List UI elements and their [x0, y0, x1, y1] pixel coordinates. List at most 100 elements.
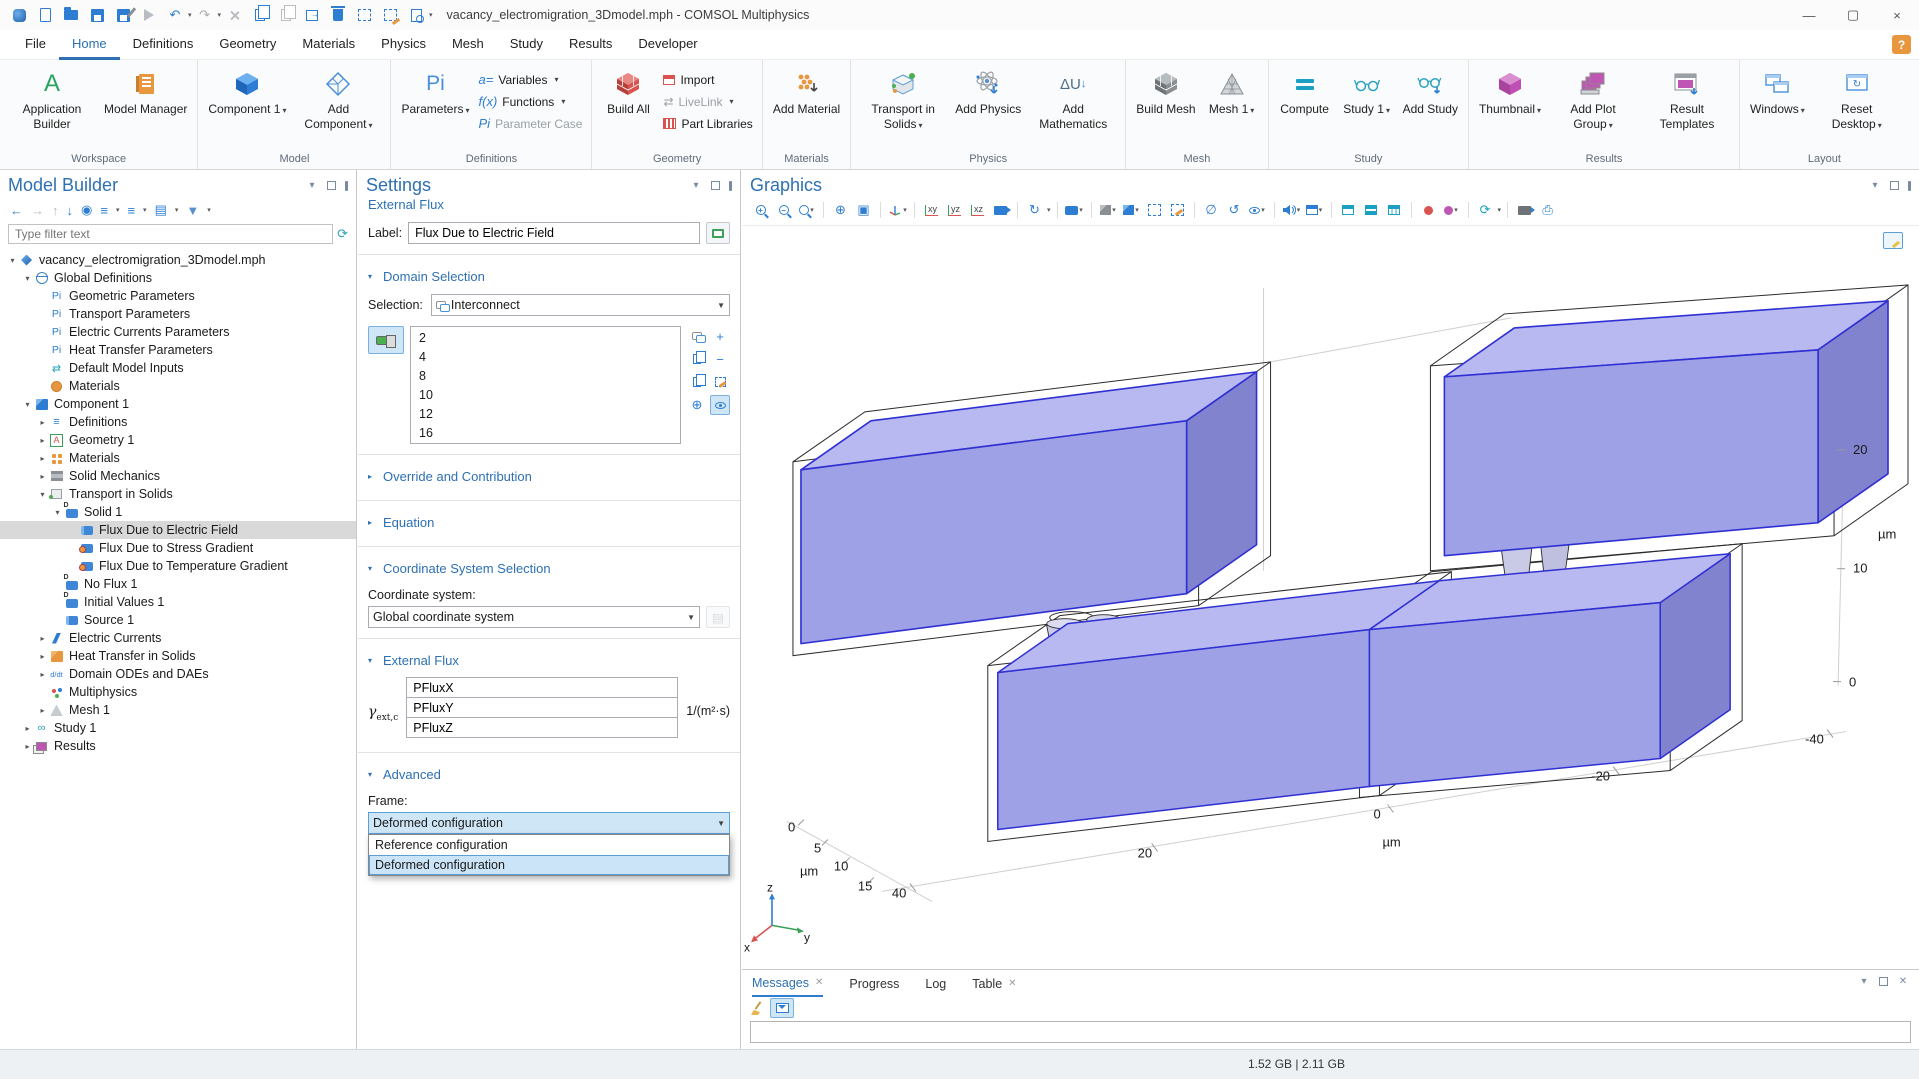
upper-block-left[interactable]: [801, 372, 1257, 644]
section-domain-selection[interactable]: ▾Domain Selection: [368, 263, 730, 290]
chevron-down-icon[interactable]: ▾: [1869, 180, 1881, 191]
zoom-box-button[interactable]: ▾: [796, 199, 817, 221]
hide-objects-button[interactable]: ∅: [1201, 199, 1222, 221]
messages-text-area[interactable]: [750, 1021, 1911, 1043]
chevron-expanded-icon[interactable]: ▾: [51, 508, 64, 517]
copy-selection-button[interactable]: [687, 349, 707, 369]
menu-study[interactable]: Study: [497, 30, 556, 60]
tree-item-no-flux-1[interactable]: No Flux 1: [0, 575, 356, 593]
domain-list-item[interactable]: 4: [411, 348, 680, 367]
chevron-down-icon[interactable]: ▾: [1858, 976, 1870, 987]
pin-icon[interactable]: [345, 181, 348, 191]
tree-item-flux-due-to-electric-field[interactable]: Flux Due to Electric Field: [0, 521, 356, 539]
part-libraries-button[interactable]: Part Libraries: [663, 115, 752, 132]
chevron-collapsed-icon[interactable]: ▸: [36, 472, 49, 481]
graphics-canvas[interactable]: 40 20 0 -20 -40 µm 0 5 10 15 µm 20 10 0 …: [742, 226, 1919, 969]
pin-icon[interactable]: [1908, 181, 1911, 191]
tree-item-materials-global[interactable]: Materials: [0, 377, 356, 395]
zoom-extents-button[interactable]: ▣: [853, 199, 874, 221]
zoom-out-button[interactable]: −: [773, 199, 794, 221]
reset-hiding-button[interactable]: ↺: [1224, 199, 1245, 221]
table-window-button[interactable]: [1384, 199, 1405, 221]
copy-icon[interactable]: [250, 6, 270, 24]
tree-item-geometry-1[interactable]: ▸AGeometry 1: [0, 431, 356, 449]
chevron-collapsed-icon[interactable]: ▸: [36, 418, 49, 427]
menu-results[interactable]: Results: [556, 30, 625, 60]
image-export-options-button[interactable]: ▾: [1441, 199, 1462, 221]
float-window-icon[interactable]: [1879, 977, 1888, 986]
paste-selection-button[interactable]: [687, 372, 707, 392]
float-window-icon[interactable]: [711, 181, 720, 190]
node-text-icon[interactable]: ▤: [155, 202, 167, 218]
chevron-down-icon[interactable]: ▾: [306, 180, 318, 191]
label-input[interactable]: [408, 222, 700, 244]
compute-button[interactable]: Compute: [1274, 63, 1336, 119]
result-templates-button[interactable]: Result Templates: [1640, 63, 1734, 134]
chevron-collapsed-icon[interactable]: ▸: [36, 706, 49, 715]
clear-messages-icon[interactable]: [750, 1001, 764, 1015]
select-box-button[interactable]: [1144, 199, 1165, 221]
menu-definitions[interactable]: Definitions: [120, 30, 207, 60]
domain-list-item[interactable]: 10: [411, 386, 680, 405]
tree-item-domain-odes[interactable]: ▸d/dtDomain ODEs and DAEs: [0, 665, 356, 683]
parameters-button[interactable]: Pi Parameters▾: [396, 63, 474, 119]
save-as-icon[interactable]: [113, 6, 133, 24]
tree-item-heat-transfer-in-solids[interactable]: ▸Heat Transfer in Solids: [0, 647, 356, 665]
flux-y-input[interactable]: [406, 697, 678, 718]
refresh-icon[interactable]: ⟳: [337, 226, 348, 242]
domain-list-item[interactable]: 8: [411, 367, 680, 386]
chevron-collapsed-icon[interactable]: ▸: [21, 742, 34, 751]
tree-item-initial-values-1[interactable]: Initial Values 1: [0, 593, 356, 611]
add-image-to-export-button[interactable]: [1418, 199, 1439, 221]
menu-home[interactable]: Home: [59, 30, 120, 60]
create-selection-button[interactable]: [687, 326, 707, 346]
tree-item-study-1[interactable]: ▸∞Study 1: [0, 719, 356, 737]
section-equation[interactable]: ▸Equation: [368, 509, 730, 536]
update-plot-button[interactable]: ⟳: [1475, 199, 1496, 221]
back-icon[interactable]: ←: [10, 203, 23, 218]
chevron-collapsed-icon[interactable]: ▸: [36, 436, 49, 445]
float-window-icon[interactable]: [1890, 181, 1899, 190]
view-xy-button[interactable]: xy: [921, 199, 942, 221]
add-physics-button[interactable]: Add Physics: [950, 63, 1026, 119]
delete-icon[interactable]: [328, 6, 348, 24]
maximize-button[interactable]: ▢: [1831, 0, 1875, 30]
chevron-down-icon[interactable]: ▾: [143, 206, 147, 214]
variables-button[interactable]: a=Variables▾: [479, 71, 583, 88]
view-visibility-button[interactable]: ▾: [1247, 199, 1268, 221]
chevron-expanded-icon[interactable]: ▾: [21, 274, 34, 283]
chevron-collapsed-icon[interactable]: ▸: [36, 652, 49, 661]
sound-button[interactable]: ▾: [1281, 199, 1302, 221]
frame-option-reference[interactable]: Reference configuration: [369, 835, 729, 855]
show-selection-button[interactable]: [710, 395, 730, 415]
close-button[interactable]: ×: [1875, 0, 1919, 30]
menu-physics[interactable]: Physics: [368, 30, 439, 60]
dock-window-button[interactable]: [1338, 199, 1359, 221]
clear-selection-button[interactable]: [710, 372, 730, 392]
tree-item-mesh-1[interactable]: ▸Mesh 1: [0, 701, 356, 719]
tab-table[interactable]: Table✕: [972, 970, 1016, 997]
section-external-flux[interactable]: ▾External Flux: [368, 647, 730, 674]
open-file-icon[interactable]: [61, 6, 81, 24]
tree-item-heat-transfer-parameters[interactable]: PiHeat Transfer Parameters: [0, 341, 356, 359]
model-manager-button[interactable]: Model Manager: [99, 63, 192, 119]
menu-materials[interactable]: Materials: [289, 30, 368, 60]
selection-dropdown[interactable]: Interconnect ▼: [431, 294, 730, 316]
tree-item-component-1[interactable]: ▾Component 1: [0, 395, 356, 413]
tree-item-transport-parameters[interactable]: PiTransport Parameters: [0, 305, 356, 323]
section-coordinate-system[interactable]: ▾Coordinate System Selection: [368, 555, 730, 582]
study-1-button[interactable]: Study 1▾: [1336, 63, 1398, 119]
active-toggle-button[interactable]: [368, 326, 404, 354]
domain-list-item[interactable]: 2: [411, 329, 680, 348]
tree-item-geometric-parameters[interactable]: PiGeometric Parameters: [0, 287, 356, 305]
rename-button[interactable]: [706, 222, 730, 244]
show-messages-button[interactable]: [770, 998, 794, 1018]
customize-toolbar-icon[interactable]: ▾: [429, 11, 433, 19]
expand-all-icon[interactable]: ≡: [100, 203, 108, 218]
plot-in-window-button[interactable]: ▾: [1304, 199, 1325, 221]
tree-item-materials-component[interactable]: ▸Materials: [0, 449, 356, 467]
tree-filter-input[interactable]: [8, 224, 333, 244]
render-quality-button[interactable]: ▾: [1098, 199, 1119, 221]
tree-item-solid-1[interactable]: ▾Solid 1: [0, 503, 356, 521]
view-yz-button[interactable]: yz: [944, 199, 965, 221]
